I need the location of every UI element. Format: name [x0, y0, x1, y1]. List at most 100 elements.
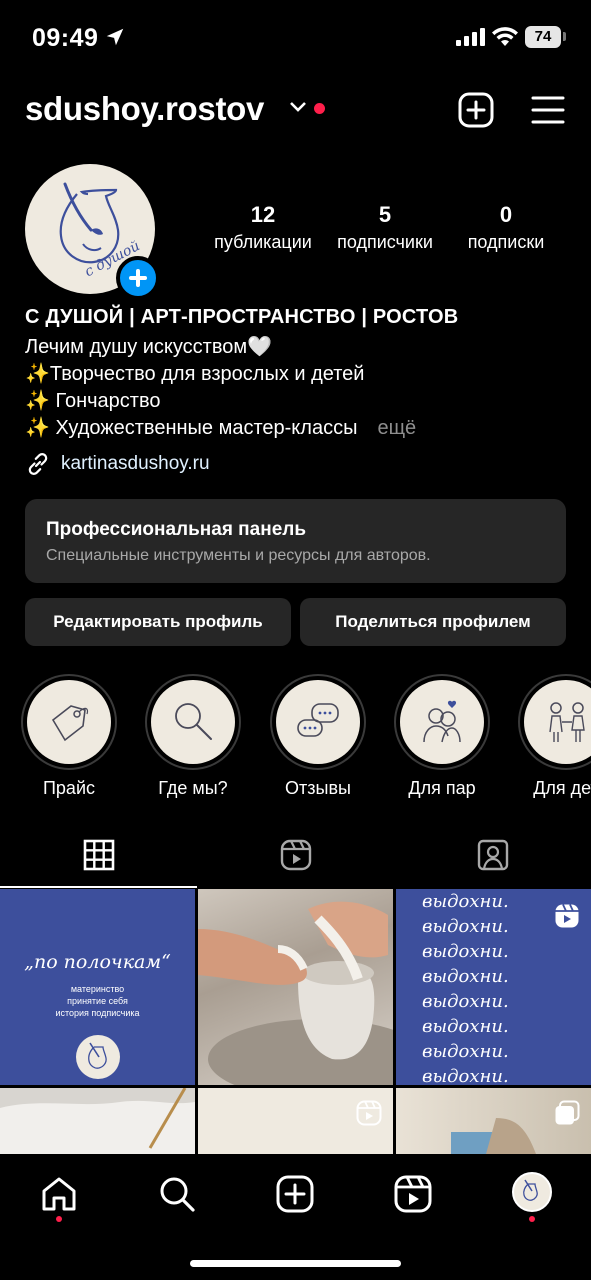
highlight-cover	[400, 680, 484, 764]
tab-reels[interactable]	[197, 834, 394, 888]
price-tag-icon	[51, 705, 89, 742]
tagged-icon	[477, 839, 508, 871]
stat-followers-label: подписчики	[337, 232, 433, 252]
bio-line: ✨ Гончарство	[25, 390, 161, 412]
tab-grid[interactable]	[0, 834, 197, 888]
highlight-price[interactable]: Прайс	[19, 674, 119, 799]
website-link[interactable]: kartinasdushoy.ru	[25, 448, 575, 480]
profile-bio: С ДУШОЙ | АРТ-ПРОСТРАНСТВО | РОСТОВ Лечи…	[25, 306, 575, 480]
pro-panel-title: Профессиональная панель	[46, 519, 307, 540]
highlight-cover	[276, 680, 360, 764]
highlight-label: Прайс	[42, 778, 95, 798]
post-word: выдохни.	[422, 1066, 509, 1085]
post-word: выдохни.	[422, 991, 509, 1012]
cellular-signal-icon	[456, 28, 485, 46]
highlight-ring	[270, 674, 366, 770]
post-word: выдохни.	[422, 916, 509, 937]
vase-logo-icon	[88, 1042, 107, 1069]
post-word: выдохни.	[422, 1016, 509, 1037]
stat-followers-value: 5	[378, 202, 392, 227]
bottom-navigation	[0, 1154, 591, 1280]
highlight-kids[interactable]: Для дет	[516, 674, 591, 799]
profile-name: С ДУШОЙ | АРТ-ПРОСТРАНСТВО | РОСТОВ	[25, 306, 459, 328]
stat-followers[interactable]: 5 подписчики	[326, 202, 444, 253]
wifi-icon	[492, 27, 518, 46]
highlight-cover	[27, 680, 111, 764]
menu-icon[interactable]	[530, 94, 566, 126]
post-word: выдохни.	[422, 1041, 509, 1062]
stat-posts-value: 12	[250, 202, 276, 227]
highlight-cover	[524, 680, 591, 764]
grid-icon	[83, 839, 114, 871]
pottery-photo	[198, 901, 393, 1085]
post-subtitle-line: история подписчика	[55, 1008, 140, 1018]
create-icon[interactable]	[275, 1174, 315, 1214]
bio-line: Лечим душу искусством🤍	[25, 336, 273, 358]
notification-dot	[314, 103, 325, 114]
stat-posts[interactable]: 12 публикации	[200, 202, 326, 253]
post-tile[interactable]: выдохни. выдохни. выдохни. выдохни. выдо…	[396, 889, 591, 1085]
highlight-cover	[151, 680, 235, 764]
post-text-pattern: выдохни. выдохни. выдохни. выдохни. выдо…	[422, 889, 509, 1085]
highlight-label: Для дет	[533, 778, 591, 798]
profile-stats: 12 публикации 5 подписчики 0 подписки	[200, 202, 570, 262]
home-indicator	[190, 1260, 401, 1267]
stat-following-label: подписки	[467, 232, 545, 252]
profile-notification-dot	[529, 1216, 535, 1222]
reels-icon	[280, 839, 311, 871]
create-post-icon[interactable]	[458, 92, 494, 128]
bio-line-last: ✨ Художественные мастер-классы ещё	[25, 415, 575, 442]
link-icon	[28, 453, 48, 475]
profile-header: sdushoy.rostov	[0, 88, 591, 134]
children-icon	[549, 702, 585, 742]
highlight-ring	[145, 674, 241, 770]
post-tile[interactable]	[198, 1088, 393, 1154]
couple-icon	[423, 700, 461, 743]
magnifier-icon	[175, 703, 212, 740]
username-switcher[interactable]: sdushoy.rostov	[25, 90, 264, 128]
vase-logo-icon	[523, 1179, 538, 1201]
post-title: „по полочкам“	[24, 951, 171, 973]
post-subtitle-line: принятие себя	[67, 996, 128, 1006]
chevron-down-icon[interactable]	[289, 100, 307, 114]
highlight-reviews[interactable]: Отзывы	[268, 674, 368, 799]
add-story-icon[interactable]	[116, 256, 160, 300]
share-profile-button[interactable]: Поделиться профилем	[300, 598, 566, 646]
bio-line: ✨ Художественные мастер-классы	[25, 417, 358, 439]
home-icon[interactable]	[39, 1174, 79, 1214]
post-tile[interactable]: „по полочкам“ материнство принятие себя …	[0, 889, 195, 1085]
reels-nav-icon[interactable]	[393, 1174, 433, 1214]
reel-badge-icon	[356, 1100, 382, 1126]
post-tile[interactable]	[0, 1088, 195, 1154]
post-tile[interactable]	[396, 1088, 591, 1154]
carousel-badge-icon	[555, 1100, 580, 1125]
post-word: выдохни.	[422, 891, 509, 912]
highlight-ring	[518, 674, 591, 770]
post-word: выдохни.	[422, 966, 509, 987]
professional-dashboard[interactable]: Профессиональная панель Специальные инст…	[25, 499, 566, 583]
post-photo	[0, 1088, 195, 1154]
search-icon[interactable]	[157, 1174, 197, 1214]
bio-more-link[interactable]: ещё	[377, 417, 416, 439]
highlight-couples[interactable]: Для пар	[392, 674, 492, 799]
website-url: kartinasdushoy.ru	[61, 453, 210, 474]
post-logo	[76, 1035, 120, 1079]
post-word: выдохни.	[422, 941, 509, 962]
profile-nav-avatar[interactable]	[512, 1172, 552, 1212]
stat-following[interactable]: 0 подписки	[452, 202, 560, 253]
profile-tabs	[0, 834, 591, 888]
tab-tagged[interactable]	[394, 834, 591, 888]
status-time: 09:49	[32, 24, 99, 52]
home-notification-dot	[56, 1216, 62, 1222]
highlight-ring	[21, 674, 117, 770]
stat-posts-label: публикации	[214, 232, 312, 252]
highlight-label: Где мы?	[158, 778, 228, 798]
highlight-location[interactable]: Где мы?	[143, 674, 243, 799]
edit-profile-button[interactable]: Редактировать профиль	[25, 598, 291, 646]
highlight-label: Отзывы	[285, 778, 351, 798]
bio-line: ✨Творчество для взрослых и детей	[25, 363, 365, 385]
status-bar: 09:49 74	[0, 0, 591, 72]
highlight-ring	[394, 674, 490, 770]
post-tile[interactable]	[198, 889, 393, 1085]
battery-tip	[563, 32, 566, 41]
